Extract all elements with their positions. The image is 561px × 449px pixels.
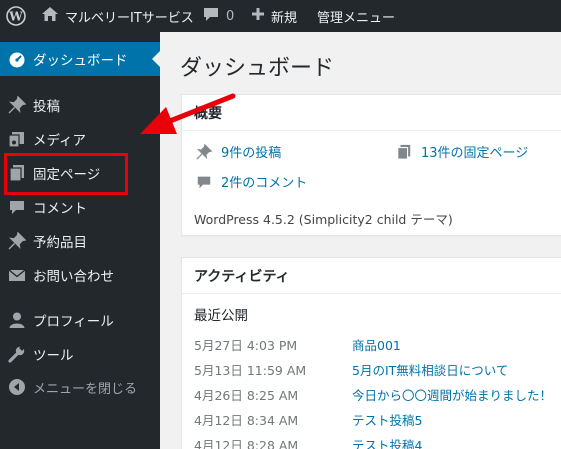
sidebar-item-media[interactable]: メディア: [0, 122, 160, 156]
new-label: 新規: [271, 10, 298, 26]
current-arrow: [152, 51, 160, 67]
plus-icon: [251, 7, 265, 25]
comments-count-label: 2件のコメント: [221, 176, 308, 191]
home-icon: [41, 6, 59, 26]
sidebar-item-label: メディア: [33, 133, 87, 149]
activity-date: 5月27日 4:03 PM: [194, 338, 298, 353]
manage-menu-link[interactable]: 管理メニュー: [317, 0, 395, 32]
pushpin-icon: [8, 96, 26, 114]
collapse-menu-button[interactable]: メニューを閉じる: [0, 372, 160, 402]
site-name-link[interactable]: マルベリーITサービス: [41, 0, 194, 32]
new-content-button[interactable]: 新規: [251, 0, 297, 32]
manage-label: 管理メニュー: [317, 10, 396, 26]
sidebar-item-reserved-items[interactable]: 予約品目: [0, 224, 160, 258]
admin-sidebar: ダッシュボード 投稿 メディア 固定ページ コメント 予約品目 お問い合わせ プ…: [0, 32, 160, 449]
comment-icon: [194, 173, 214, 191]
activity-date: 4月12日 8:28 AM: [194, 438, 299, 449]
svg-text:W: W: [8, 10, 23, 24]
sidebar-item-label: コメント: [33, 201, 87, 217]
dashboard-icon: [8, 50, 26, 68]
pages-icon: [394, 143, 414, 161]
comments-link[interactable]: 0: [202, 0, 234, 32]
user-icon: [8, 311, 26, 329]
at-a-glance-widget: 概要 9件の投稿 13件の固定ページ 2件のコメント WordPress 4.5…: [181, 94, 561, 236]
sidebar-item-label: 予約品目: [33, 235, 87, 251]
activity-date: 5月13日 11:59 AM: [194, 363, 307, 378]
widget-title[interactable]: アクティビティ: [182, 258, 561, 294]
recently-published-heading: 最近公開: [194, 308, 248, 324]
version-info: WordPress 4.5.2 (Simplicity2 child テーマ): [194, 212, 453, 227]
pages-count-label: 13件の固定ページ: [421, 146, 529, 161]
wrench-icon: [8, 345, 26, 363]
collapse-menu-label: メニューを閉じる: [33, 381, 138, 397]
sidebar-item-contact[interactable]: お問い合わせ: [0, 258, 160, 292]
sidebar-item-posts[interactable]: 投稿: [0, 88, 160, 122]
admin-bar: W マルベリーITサービス 0 新規 管理メニュー: [0, 0, 561, 32]
posts-count-link[interactable]: 9件の投稿: [194, 142, 281, 161]
sidebar-item-profile[interactable]: プロフィール: [0, 303, 160, 337]
activity-date: 4月26日 8:25 AM: [194, 388, 299, 403]
activity-widget: アクティビティ 最近公開 5月27日 4:03 PM 商品001 5月13日 1…: [181, 257, 561, 449]
activity-post-link[interactable]: テスト投稿4: [352, 435, 422, 449]
pages-count-link[interactable]: 13件の固定ページ: [394, 142, 528, 161]
activity-post-link[interactable]: 5月のIT無料相談日について: [352, 360, 508, 379]
collapse-icon: [8, 378, 26, 396]
wordpress-logo-button[interactable]: W: [3, 0, 29, 32]
comments-count: 0: [226, 8, 235, 24]
activity-date: 4月12日 8:34 AM: [194, 413, 299, 428]
widget-title[interactable]: 概要: [182, 95, 561, 131]
wordpress-icon: W: [6, 6, 26, 26]
comments-count-link[interactable]: 2件のコメント: [194, 172, 307, 191]
posts-count-label: 9件の投稿: [221, 146, 282, 161]
activity-post-link[interactable]: 今日から〇〇週間が始まりました！: [352, 385, 552, 404]
pushpin-icon: [8, 232, 26, 250]
pushpin-icon: [194, 143, 214, 161]
sidebar-item-label: ダッシュボード: [33, 53, 128, 69]
page-title: ダッシュボード: [180, 56, 335, 81]
mail-icon: [8, 266, 26, 284]
media-icon: [8, 130, 26, 148]
sidebar-item-comments[interactable]: コメント: [0, 190, 160, 224]
annotation-highlight-box: [4, 153, 128, 195]
activity-post-link[interactable]: テスト投稿5: [352, 410, 422, 429]
sidebar-item-dashboard[interactable]: ダッシュボード: [0, 42, 160, 76]
comment-icon: [8, 198, 26, 216]
activity-post-link[interactable]: 商品001: [352, 335, 401, 354]
sidebar-item-label: ツール: [33, 348, 74, 364]
sidebar-item-label: プロフィール: [33, 314, 114, 330]
sidebar-item-label: お問い合わせ: [33, 269, 114, 285]
main-content: ダッシュボード 概要 9件の投稿 13件の固定ページ 2件のコメント WordP…: [160, 32, 561, 449]
sidebar-item-tools[interactable]: ツール: [0, 337, 160, 371]
sidebar-item-label: 投稿: [33, 99, 60, 115]
comment-icon: [202, 6, 220, 26]
site-name: マルベリーITサービス: [65, 10, 194, 26]
